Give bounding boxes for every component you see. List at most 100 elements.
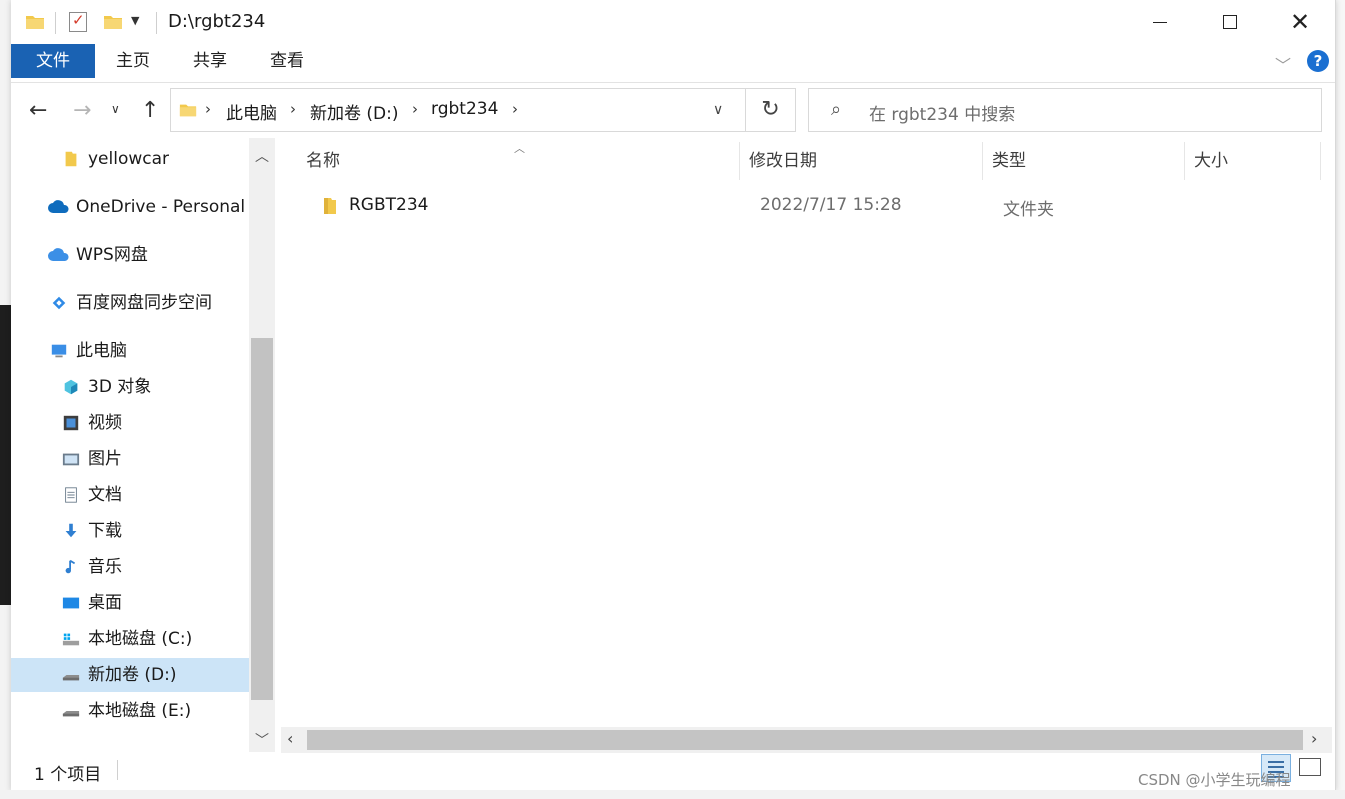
nav-item-label: 本地磁盘 (C:) — [88, 629, 193, 649]
column-header-size[interactable]: 大小 — [1194, 138, 1228, 180]
column-header-modified[interactable]: 修改日期 — [749, 138, 817, 180]
search-icon: ⌕ — [831, 99, 842, 120]
breadcrumb-rgbt234[interactable]: rgbt234 — [431, 99, 498, 119]
file-name: RGBT234 — [349, 195, 429, 215]
window-title: D:\rgbt234 — [168, 11, 266, 32]
nav-item-label: WPS网盘 — [76, 245, 148, 265]
maximize-icon — [1223, 15, 1237, 29]
close-icon: ✕ — [1289, 8, 1311, 36]
tab-share[interactable]: 共享 — [184, 44, 236, 78]
nav-item-onedrive[interactable]: OneDrive - Personal — [11, 190, 249, 224]
help-icon[interactable]: ? — [1307, 50, 1329, 72]
scroll-down-chevron-icon[interactable]: ﹀ — [255, 730, 269, 750]
file-row[interactable]: RGBT234 2022/7/17 15:28 文件夹 — [276, 190, 1276, 222]
folder-icon — [179, 101, 197, 123]
nav-item-desktop[interactable]: 桌面 — [11, 586, 249, 620]
sort-ascending-icon: ︿ — [514, 142, 525, 155]
tab-view[interactable]: 查看 — [261, 44, 313, 78]
nav-item-label: 桌面 — [88, 593, 122, 613]
tab-home[interactable]: 主页 — [107, 44, 159, 78]
column-divider[interactable] — [982, 142, 983, 180]
refresh-icon: ↻ — [761, 97, 780, 122]
nav-item-pictures[interactable]: 图片 — [11, 442, 249, 476]
file-list: ︿ 名称 修改日期 类型 大小 RGBT234 2022/7/17 15:28 … — [276, 138, 1335, 753]
nav-item-label: yellowcar — [88, 149, 170, 169]
drive-e-icon — [62, 711, 80, 717]
nav-item-label: 音乐 — [88, 557, 122, 577]
scrollbar-thumb[interactable] — [307, 730, 1303, 750]
breadcrumb-this-pc[interactable]: 此电脑 — [226, 99, 277, 124]
nav-item-3d-objects[interactable]: 3D 对象 — [11, 370, 249, 404]
horizontal-scrollbar[interactable]: ‹ › — [281, 727, 1332, 753]
documents-icon — [65, 487, 77, 503]
nav-item-yellowcar[interactable]: yellowcar — [11, 142, 249, 176]
drive-c-icon — [62, 633, 80, 646]
nav-item-label: 新加卷 (D:) — [88, 665, 177, 685]
nav-item-downloads[interactable]: 下载 — [11, 514, 249, 548]
nav-item-wps-cloud[interactable]: WPS网盘 — [11, 238, 249, 272]
properties-icon[interactable] — [69, 11, 87, 32]
3d-objects-icon — [64, 379, 78, 395]
nav-item-music[interactable]: 音乐 — [11, 550, 249, 584]
scroll-left-chevron-icon[interactable]: ‹ — [287, 729, 293, 748]
customize-toolbar-chevron-icon[interactable]: ▼ — [131, 14, 139, 27]
search-placeholder: 在 rgbt234 中搜索 — [869, 105, 1016, 125]
title-bar: ▼ D:\rgbt234 ✕ — [11, 0, 1335, 44]
refresh-button[interactable]: ↻ — [746, 88, 796, 132]
recent-locations-chevron-icon[interactable]: ∨ — [111, 102, 120, 116]
breadcrumb-chevron-icon[interactable]: › — [205, 100, 211, 118]
csdn-watermark: CSDN @小学生玩编程 — [1138, 771, 1291, 789]
nav-item-this-pc[interactable]: 此电脑 — [11, 334, 249, 368]
large-icons-view-icon[interactable] — [1299, 758, 1321, 776]
nav-item-label: 本地磁盘 (E:) — [88, 701, 192, 721]
nav-item-label: 文档 — [88, 485, 122, 505]
scrollbar-thumb[interactable] — [251, 338, 273, 700]
onedrive-cloud-icon — [48, 200, 69, 213]
baidu-netdisk-icon — [52, 296, 66, 310]
nav-item-label: 视频 — [88, 413, 122, 433]
folder-icon — [324, 198, 336, 214]
minimize-button[interactable] — [1125, 0, 1195, 44]
breadcrumb-chevron-icon[interactable]: › — [512, 100, 518, 118]
nav-item-label: 此电脑 — [76, 341, 127, 361]
back-arrow-icon[interactable]: ← — [29, 98, 47, 123]
address-bar[interactable]: › 此电脑 › 新加卷 (D:) › rgbt234 › ∨ — [170, 88, 746, 132]
folder-icon[interactable] — [25, 12, 45, 36]
new-folder-icon[interactable] — [103, 12, 123, 36]
maximize-button[interactable] — [1195, 0, 1265, 44]
videos-icon — [63, 415, 79, 431]
nav-pane-scrollbar[interactable]: ︿ ﹀ — [249, 138, 275, 752]
column-divider[interactable] — [1320, 142, 1321, 180]
nav-item-label: 下载 — [88, 521, 122, 541]
tab-file[interactable]: 文件 — [11, 44, 95, 78]
close-button[interactable]: ✕ — [1265, 0, 1335, 44]
nav-item-label: 图片 — [88, 449, 122, 469]
search-box[interactable]: ⌕ 在 rgbt234 中搜索 — [808, 88, 1322, 132]
scroll-up-chevron-icon[interactable]: ︿ — [255, 146, 269, 166]
downloads-icon — [65, 523, 77, 538]
nav-item-documents[interactable]: 文档 — [11, 478, 249, 512]
column-header-name[interactable]: 名称 — [306, 138, 340, 180]
breadcrumb-drive-d[interactable]: 新加卷 (D:) — [310, 99, 399, 124]
nav-item-baidu-netdisk[interactable]: 百度网盘同步空间 — [11, 286, 249, 320]
nav-item-drive-c[interactable]: 本地磁盘 (C:) — [11, 622, 249, 656]
music-icon — [65, 559, 76, 574]
address-history-chevron-icon[interactable]: ∨ — [713, 102, 723, 118]
navigation-pane: yellowcar OneDrive - Personal WPS网盘 百度网盘… — [11, 138, 276, 752]
background-taskbar-strip — [0, 790, 1345, 799]
scroll-right-chevron-icon[interactable]: › — [1311, 729, 1317, 748]
breadcrumb-chevron-icon[interactable]: › — [290, 100, 296, 118]
wps-cloud-icon — [48, 248, 69, 261]
nav-item-label: 3D 对象 — [88, 377, 152, 397]
nav-item-drive-d[interactable]: 新加卷 (D:) — [11, 658, 249, 692]
forward-arrow-icon[interactable]: → — [73, 98, 91, 123]
nav-item-videos[interactable]: 视频 — [11, 406, 249, 440]
up-arrow-icon[interactable]: ↑ — [141, 98, 159, 123]
file-explorer-window: ▼ D:\rgbt234 ✕ 文件 主页 共享 查看 ﹀ ? ← → ∨ ↑ ›… — [11, 0, 1336, 791]
breadcrumb-chevron-icon[interactable]: › — [412, 100, 418, 118]
nav-item-drive-e[interactable]: 本地磁盘 (E:) — [11, 694, 249, 728]
column-header-type[interactable]: 类型 — [992, 138, 1026, 180]
column-divider[interactable] — [1184, 142, 1185, 180]
column-divider[interactable] — [739, 142, 740, 180]
expand-ribbon-chevron-icon[interactable]: ﹀ — [1275, 52, 1291, 76]
